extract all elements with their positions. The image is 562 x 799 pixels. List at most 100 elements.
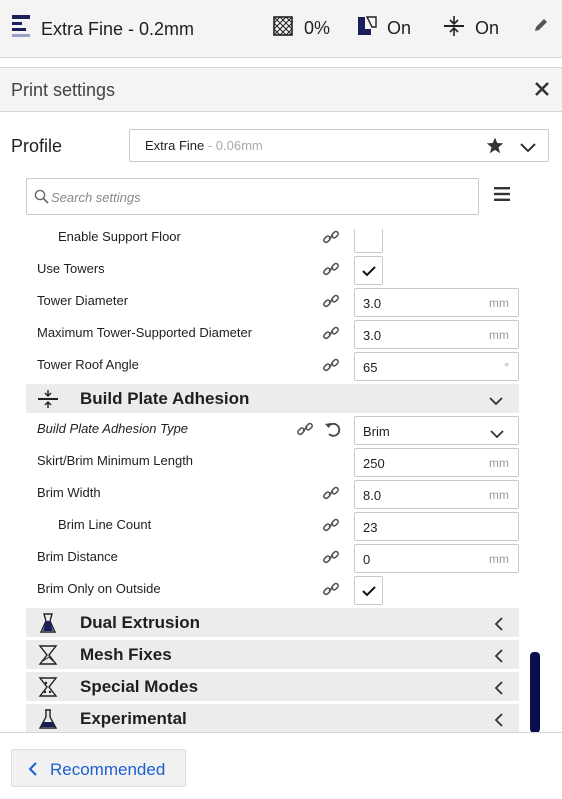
checkmark-icon <box>362 264 376 282</box>
max-tower-supported-diameter-input[interactable]: 3.0 mm <box>354 320 519 349</box>
setting-label: Build Plate Adhesion Type <box>37 421 189 436</box>
search-input[interactable]: Search settings <box>26 178 479 215</box>
adhesion-summary[interactable]: On <box>443 15 499 42</box>
search-placeholder: Search settings <box>51 190 141 205</box>
support-icon <box>357 15 377 42</box>
tower-roof-angle-input[interactable]: 65 ° <box>354 352 519 381</box>
print-settings-panel: Print settings Profile Extra Fine - 0.06… <box>0 67 562 799</box>
search-icon <box>34 189 49 209</box>
chevron-down-icon <box>490 426 504 444</box>
profile-label: Profile <box>11 136 63 156</box>
brim-width-input[interactable]: 8.0 mm <box>354 480 519 509</box>
link-icon[interactable] <box>322 229 340 251</box>
setting-label: Skirt/Brim Minimum Length <box>37 453 194 468</box>
field-unit: mm <box>489 456 509 470</box>
chevron-left-icon <box>28 762 37 781</box>
chevron-left-icon <box>494 649 503 668</box>
link-icon[interactable] <box>322 292 340 315</box>
category-label: Build Plate Adhesion <box>80 389 250 408</box>
field-value: 8.0 <box>363 488 382 503</box>
brim-only-on-outside-checkbox[interactable] <box>354 576 383 605</box>
star-icon[interactable] <box>486 137 504 159</box>
recommended-button[interactable]: Recommended <box>11 749 186 787</box>
profile-icon <box>11 14 31 45</box>
setting-brim-line-count: Brim Line Count 23 <box>26 509 519 541</box>
link-icon[interactable] <box>322 324 340 347</box>
special-modes-icon <box>37 677 59 702</box>
field-unit: ° <box>504 360 509 374</box>
field-unit: mm <box>489 552 509 566</box>
setting-skirt-brim-minimum-length: Skirt/Brim Minimum Length 250 mm <box>26 445 519 477</box>
profile-summary[interactable]: Extra Fine - 0.2mm <box>11 14 194 45</box>
chevron-left-icon <box>494 713 503 732</box>
setting-label: Maximum Tower-Supported Diameter <box>37 325 253 340</box>
field-value: 65 <box>363 360 378 375</box>
brim-line-count-input[interactable]: 23 <box>354 512 519 541</box>
enable-support-floor-checkbox[interactable] <box>354 229 383 253</box>
adhesion-icon <box>37 389 59 414</box>
category-dual-extrusion[interactable]: Dual Extrusion <box>26 608 519 637</box>
profile-title: Extra Fine - 0.2mm <box>41 19 195 39</box>
hamburger-menu-icon[interactable] <box>493 186 511 207</box>
setting-use-towers: Use Towers <box>26 253 519 285</box>
chevron-left-icon <box>494 681 503 700</box>
field-value: 23 <box>363 520 378 535</box>
link-icon[interactable] <box>322 516 340 539</box>
category-special-modes[interactable]: Special Modes <box>26 672 519 701</box>
chevron-left-icon <box>494 617 503 636</box>
adhesion-icon <box>443 15 465 42</box>
setting-tower-diameter: Tower Diameter 3.0 mm <box>26 285 519 317</box>
field-value: Brim <box>363 424 390 439</box>
link-icon[interactable] <box>322 580 340 603</box>
panel-title: Print settings <box>11 80 116 100</box>
infill-icon <box>272 15 294 42</box>
dual-extrusion-icon <box>37 613 59 638</box>
setting-label: Brim Distance <box>37 549 118 564</box>
link-icon[interactable] <box>322 260 340 283</box>
adhesion-value: On <box>475 18 500 38</box>
settings-scrollbar[interactable] <box>530 652 540 733</box>
recommended-label: Recommended <box>50 760 166 779</box>
category-experimental[interactable]: Experimental <box>26 704 519 733</box>
category-label: Dual Extrusion <box>80 613 200 632</box>
support-summary[interactable]: On <box>357 15 411 42</box>
brim-distance-input[interactable]: 0 mm <box>354 544 519 573</box>
setting-label: Brim Line Count <box>58 517 152 532</box>
field-unit: mm <box>489 328 509 342</box>
category-mesh-fixes[interactable]: Mesh Fixes <box>26 640 519 669</box>
category-label: Experimental <box>80 709 187 728</box>
use-towers-checkbox[interactable] <box>354 256 383 285</box>
support-value: On <box>387 18 412 38</box>
setting-brim-width: Brim Width 8.0 mm <box>26 477 519 509</box>
close-icon[interactable] <box>534 81 550 102</box>
category-build-plate-adhesion[interactable]: Build Plate Adhesion <box>26 384 519 413</box>
pencil-icon[interactable] <box>534 18 548 37</box>
link-icon[interactable] <box>322 356 340 379</box>
link-icon[interactable] <box>322 548 340 571</box>
settings-list[interactable]: Enable Support Floor Use Towers Tower Di… <box>26 229 519 733</box>
build-plate-adhesion-type-select[interactable]: Brim <box>354 416 519 445</box>
category-label: Special Modes <box>80 677 199 696</box>
field-value: 0 <box>363 552 371 567</box>
footer-divider <box>0 732 562 733</box>
setting-label: Use Towers <box>37 261 105 276</box>
profile-dropdown[interactable]: Extra Fine - 0.06mm <box>129 129 549 162</box>
link-icon[interactable] <box>296 420 314 443</box>
link-icon[interactable] <box>322 484 340 507</box>
setting-tower-roof-angle: Tower Roof Angle 65 ° <box>26 349 519 381</box>
field-unit: mm <box>489 488 509 502</box>
reset-icon[interactable] <box>324 420 342 443</box>
setting-brim-distance: Brim Distance 0 mm <box>26 541 519 573</box>
setting-label: Brim Width <box>37 485 101 500</box>
setting-label: Tower Diameter <box>37 293 129 308</box>
print-setup-header[interactable]: Extra Fine - 0.2mm 0% On On <box>0 0 562 58</box>
field-value: 3.0 <box>363 328 382 343</box>
tower-diameter-input[interactable]: 3.0 mm <box>354 288 519 317</box>
skirt-brim-minimum-length-input[interactable]: 250 mm <box>354 448 519 477</box>
setting-max-tower-supported-diameter: Maximum Tower-Supported Diameter 3.0 mm <box>26 317 519 349</box>
field-unit: mm <box>489 296 509 310</box>
chevron-down-icon <box>520 140 536 158</box>
category-label: Mesh Fixes <box>80 645 172 664</box>
infill-summary[interactable]: 0% <box>272 15 330 42</box>
checkmark-icon <box>362 584 376 602</box>
